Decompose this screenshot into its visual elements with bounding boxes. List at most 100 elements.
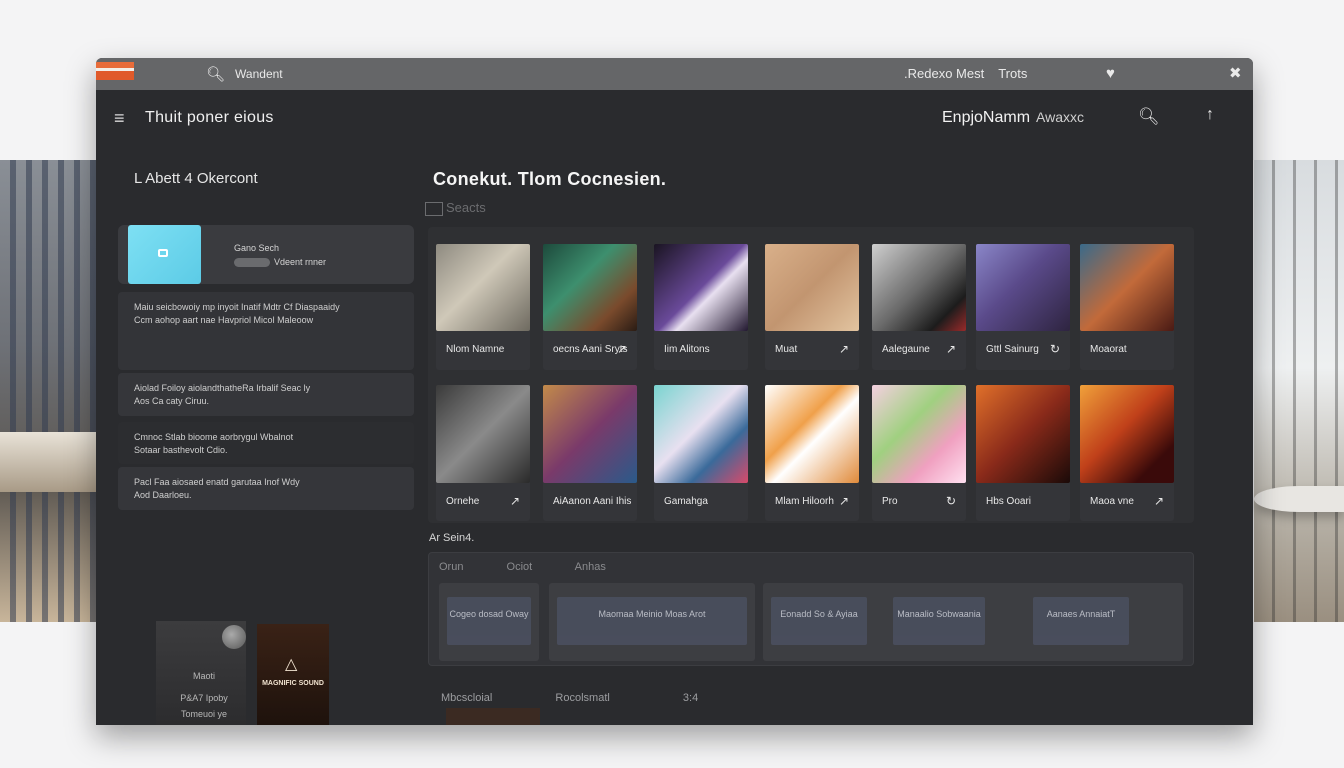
mini-art-line3: Tomeuoi ye: [180, 709, 228, 719]
titlebar-links: .Redexo Mest Trots: [904, 66, 1027, 81]
bottom-label-1[interactable]: Mbcscloial: [441, 692, 492, 704]
background-room-right: [1254, 160, 1344, 622]
album-tile[interactable]: Hbs Ooari: [976, 385, 1070, 521]
list-header-1[interactable]: Orun: [439, 561, 463, 573]
list-header: Orun Ociot Anhas: [439, 561, 646, 573]
album-art: [543, 244, 637, 331]
sidebar-item-2[interactable]: Aiolad Foiloy aiolandthatheRa Irbalif Se…: [118, 373, 414, 416]
arrow-icon[interactable]: ↗: [1154, 494, 1164, 508]
album-label: Nlom Namne: [446, 344, 505, 355]
album-label: Mlam Hiloorh: [775, 496, 834, 507]
album-tile[interactable]: Pro ↻: [872, 385, 966, 521]
album-art: [436, 244, 530, 331]
titlebar-link-2[interactable]: Trots: [998, 66, 1027, 81]
arrow-icon[interactable]: ↗: [617, 342, 627, 356]
arrow-icon[interactable]: ↗: [946, 342, 956, 356]
list-card-5[interactable]: Aanaes AnnaiatT: [1033, 597, 1129, 645]
sidebar-item-4[interactable]: Pacl Faa aiosaed enatd garutaa Inof Wdy …: [118, 467, 414, 510]
mini-album-cover[interactable]: △ MAGNIFIC SOUND: [257, 624, 329, 725]
album-label: Hbs Ooari: [986, 496, 1032, 507]
arrow-icon[interactable]: ↗: [839, 494, 849, 508]
album-label: Muat: [775, 344, 798, 355]
bottom-label-3[interactable]: 3:4: [683, 692, 698, 704]
sidebar-item-1[interactable]: Maiu seicbowoiy mp inyoit Inatif Mdtr Cf…: [118, 292, 414, 370]
album-tile[interactable]: Nlom Namne: [436, 244, 530, 370]
titlebar-search[interactable]: 🔍︎ Wandent: [206, 65, 283, 83]
list-card-4[interactable]: Manaalio Sobwaania: [893, 597, 985, 645]
list-card-group: Eonadd So & Ayiaa Manaalio Sobwaania Aan…: [763, 583, 1183, 661]
user-name[interactable]: EnpjoNamm Awaxxc: [942, 109, 1084, 127]
album-art: [765, 385, 859, 483]
notification-icon[interactable]: ↑: [1206, 106, 1214, 124]
album-tile[interactable]: Muat ↗: [765, 244, 859, 370]
list-card-3[interactable]: Eonadd So & Ayiaa: [771, 597, 867, 645]
mini-album-text: MAGNIFIC SOUND: [262, 680, 324, 687]
app-title: Thuit poner eious: [145, 109, 274, 126]
album-grid: Nlom Namne oecns Aani Sryts ↗ Iim Alitons Mu…: [428, 227, 1194, 523]
album-tile[interactable]: Moaorat: [1080, 244, 1174, 370]
progress-pill: [234, 258, 270, 268]
album-tile[interactable]: Iim Alitons: [654, 244, 748, 370]
bottom-bar: Mbcscloial Rocolsmatl 3:4: [441, 692, 738, 704]
arrow-icon[interactable]: ↗: [839, 342, 849, 356]
mini-art-line2: P&A7 Ipoby: [180, 693, 228, 703]
album-label: Aalegaune: [882, 344, 930, 355]
mini-artwork[interactable]: Maoti P&A7 Ipoby Tomeuoi ye: [156, 621, 246, 725]
menu-icon[interactable]: ≡: [114, 108, 125, 129]
album-tile[interactable]: oecns Aani Sryts ↗: [543, 244, 637, 370]
titlebar-link-1[interactable]: .Redexo Mest: [904, 66, 984, 81]
album-label: Maoa vne: [1090, 496, 1134, 507]
album-art: [872, 244, 966, 331]
album-tile[interactable]: Maoa vne ↗: [1080, 385, 1174, 521]
bottom-label-2[interactable]: Rocolsmatl: [555, 692, 609, 704]
app-header: ≡ Thuit poner eious EnpjoNamm Awaxxc 🔍︎ ↑: [96, 90, 1253, 146]
album-tile[interactable]: Gttl Sainurg ↻: [976, 244, 1070, 370]
close-icon[interactable]: ✖: [1229, 64, 1242, 82]
list-card-text: Cogeo dosad Oway: [447, 597, 531, 645]
album-art: [976, 385, 1070, 483]
page-title: Conekut. Tlom Cocnesien.: [433, 169, 667, 189]
bottom-thumbnail[interactable]: [446, 708, 540, 725]
album-tile[interactable]: Ornehe ↗: [436, 385, 530, 521]
sidebar-item-text: Aiolad Foiloy aiolandthatheRa Irbalif Se…: [134, 383, 311, 406]
heart-icon[interactable]: ♥: [1106, 65, 1115, 82]
title-bar: 🔍︎ Wandent .Redexo Mest Trots ♥ ✖: [96, 58, 1253, 90]
album-label: Ornehe: [446, 496, 480, 507]
featured-subtitle-row: Vdeent rnner: [234, 257, 327, 268]
album-tile[interactable]: AiAanon Aani Ihis: [543, 385, 637, 521]
list-header-2[interactable]: Ociot: [507, 561, 533, 573]
list-card-1[interactable]: Cogeo dosad Oway: [439, 583, 539, 661]
album-tile[interactable]: Gamahga: [654, 385, 748, 521]
sidebar-title: L Abett 4 Okercont: [134, 170, 258, 187]
sidebar-item-3[interactable]: Cmnoc Stlab bioome aorbrygul Wbalnot Sot…: [118, 422, 414, 464]
featured-subtitle: Vdeent rnner: [274, 257, 327, 267]
album-art: [1080, 244, 1174, 331]
album-art: [543, 385, 637, 483]
list-header-3[interactable]: Anhas: [575, 561, 606, 573]
sidebar-featured-card[interactable]: Gano Sech Vdeent rnner: [118, 225, 414, 284]
album-art: [654, 385, 748, 483]
album-label: AiAanon Aani Ihis: [553, 496, 632, 507]
app-window: 🔍︎ Wandent .Redexo Mest Trots ♥ ✖ ≡ Thui…: [96, 58, 1253, 725]
list-card-text: Maomaa Meinio Moas Arot: [557, 597, 747, 645]
section-title-2: Ar Sein4.: [429, 532, 475, 544]
header-search-icon[interactable]: 🔍︎: [1138, 107, 1160, 127]
moon-icon: [222, 625, 246, 649]
album-art: [976, 244, 1070, 331]
sidebar-item-text: Cmnoc Stlab bioome aorbrygul Wbalnot Sot…: [134, 432, 294, 455]
list-card-2[interactable]: Maomaa Meinio Moas Arot: [549, 583, 755, 661]
background-room-left: [0, 160, 96, 622]
drop-icon: △: [285, 656, 298, 673]
window-icon: [158, 249, 168, 257]
album-tile[interactable]: Mlam Hiloorh ↗: [765, 385, 859, 521]
loop-icon[interactable]: ↻: [1050, 342, 1060, 356]
album-tile[interactable]: Aalegaune ↗: [872, 244, 966, 370]
album-art: [654, 244, 748, 331]
search-icon: 🔍︎: [206, 66, 226, 83]
loop-icon[interactable]: ↻: [946, 494, 956, 508]
mini-art-line1: Maoti: [192, 671, 215, 681]
subsection-label: Seacts: [425, 200, 486, 216]
album-art: [436, 385, 530, 483]
arrow-icon[interactable]: ↗: [510, 494, 520, 508]
folder-icon: [425, 201, 443, 216]
